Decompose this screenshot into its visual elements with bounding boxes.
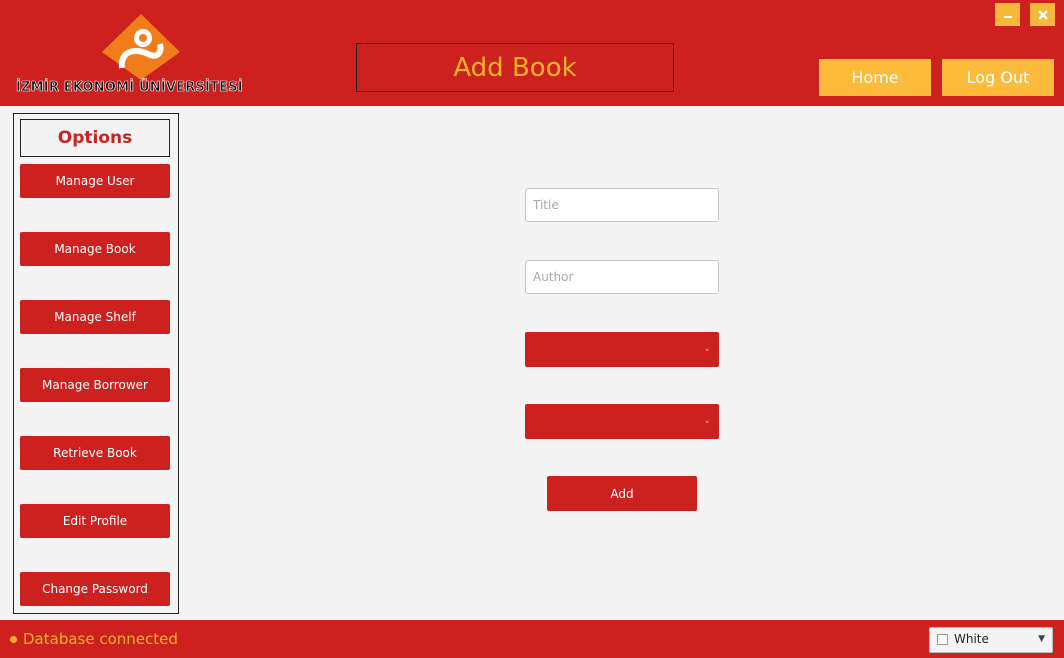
university-emblem-icon [102, 14, 180, 80]
page-title: Add Book [356, 43, 674, 92]
close-button[interactable] [1030, 3, 1055, 26]
status-dot-icon [10, 635, 17, 643]
title-input[interactable] [525, 188, 719, 222]
chevron-down-icon: ⌄ [703, 344, 711, 354]
book-combo-1[interactable]: ⌄ [525, 332, 719, 367]
add-button[interactable]: Add [547, 476, 697, 511]
options-sidebar: Options Manage User Manage Book Manage S… [13, 113, 179, 614]
university-name: İZMİR EKONOMİ ÜNİVERSİTESİ [16, 80, 243, 96]
minimize-icon [1003, 15, 1012, 18]
manage-book-button[interactable]: Manage Book [20, 232, 170, 266]
home-button[interactable]: Home [819, 59, 931, 96]
theme-select[interactable]: White ▼ [929, 627, 1053, 653]
manage-shelf-button[interactable]: Manage Shelf [20, 300, 170, 334]
status-label: Database connected [23, 630, 178, 648]
minimize-button[interactable] [995, 3, 1020, 26]
close-icon [1037, 9, 1048, 20]
retrieve-book-button[interactable]: Retrieve Book [20, 436, 170, 470]
theme-checkbox[interactable] [937, 634, 948, 645]
dropdown-arrow-icon: ▼ [1038, 634, 1045, 644]
manage-borrower-button[interactable]: Manage Borrower [20, 368, 170, 402]
chevron-down-icon: ⌄ [703, 416, 711, 426]
change-password-button[interactable]: Change Password [20, 572, 170, 606]
university-logo: İZMİR EKONOMİ ÜNİVERSİTESİ [16, 14, 266, 98]
author-input[interactable] [525, 260, 719, 294]
theme-value: White [954, 632, 989, 646]
connection-status: Database connected [10, 630, 178, 648]
book-combo-2[interactable]: ⌄ [525, 404, 719, 439]
manage-user-button[interactable]: Manage User [20, 164, 170, 198]
status-bar: Database connected White ▼ [0, 620, 1064, 658]
options-title: Options [20, 119, 170, 157]
app-header: İZMİR EKONOMİ ÜNİVERSİTESİ Add Book Home… [0, 0, 1064, 106]
logout-button[interactable]: Log Out [942, 59, 1054, 96]
edit-profile-button[interactable]: Edit Profile [20, 504, 170, 538]
